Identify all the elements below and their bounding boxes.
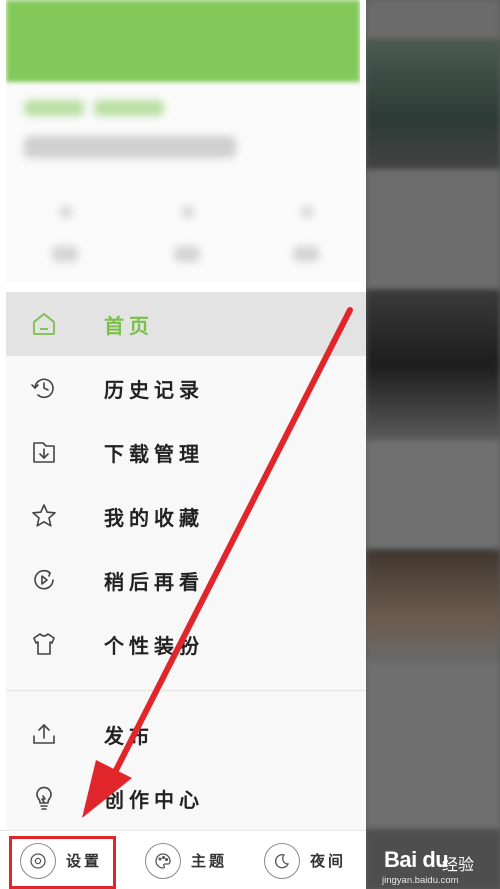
menu-item-download[interactable]: 下载管理 xyxy=(6,420,366,484)
watermark-label: 经验 xyxy=(442,855,475,874)
menu-item-watch-later[interactable]: 稍后再看 xyxy=(6,548,366,612)
night-label: 夜间 xyxy=(310,852,347,870)
theme-label: 主题 xyxy=(191,852,228,870)
header-banner xyxy=(6,0,360,82)
baidu-jingyan-watermark: Bai du 经验 jingyan.baidu.com xyxy=(378,845,498,886)
profile-header-blurred xyxy=(6,0,360,282)
blurred-stat-icon xyxy=(301,206,313,218)
menu-divider xyxy=(6,690,366,691)
background-content xyxy=(366,0,500,889)
blurred-content-block xyxy=(366,440,500,550)
watermark-logo: Bai du xyxy=(384,847,449,872)
blurred-stat-icon xyxy=(182,206,194,218)
menu-item-history[interactable]: 历史记录 xyxy=(6,356,366,420)
upload-icon xyxy=(30,720,58,748)
settings-highlight-box xyxy=(9,836,116,889)
menu-label-history: 历史记录 xyxy=(104,377,204,402)
menu-label-publish: 发布 xyxy=(104,723,154,748)
blurred-stat-label xyxy=(174,246,200,262)
watermark-url: jingyan.baidu.com xyxy=(382,875,459,886)
menu-label-home: 首页 xyxy=(104,313,154,338)
blurred-stat-label xyxy=(293,246,319,262)
menu-label-watch-later: 稍后再看 xyxy=(104,569,204,594)
moon-icon xyxy=(264,842,300,879)
blurred-content-block xyxy=(366,0,500,40)
blurred-content-block xyxy=(366,40,500,170)
menu-item-home[interactable]: 首页 xyxy=(6,292,366,356)
blurred-content-block xyxy=(366,550,500,660)
star-icon xyxy=(30,502,58,530)
blurred-badge xyxy=(24,100,84,116)
home-icon xyxy=(30,310,58,338)
menu-label-download: 下载管理 xyxy=(104,441,204,466)
night-mode-button[interactable]: 夜间 xyxy=(264,831,346,889)
side-drawer: 首页 历史记录 下载管理 我的收藏 稍后再看 个性装扮 发布 创作中心 设置 主… xyxy=(0,0,366,889)
menu-item-creator-center[interactable]: 创作中心 xyxy=(6,766,366,830)
menu-label-favorites: 我的收藏 xyxy=(104,505,204,530)
blurred-text xyxy=(24,136,236,158)
menu-item-dressup[interactable]: 个性装扮 xyxy=(6,612,366,676)
palette-icon xyxy=(145,842,181,879)
blurred-content-block xyxy=(366,290,500,440)
menu-item-favorites[interactable]: 我的收藏 xyxy=(6,484,366,548)
watch-later-icon xyxy=(30,566,58,594)
blurred-stat-label xyxy=(52,246,78,262)
blurred-content-block xyxy=(366,170,500,290)
menu-item-publish[interactable]: 发布 xyxy=(6,702,366,766)
download-icon xyxy=(30,438,58,466)
blurred-content-block xyxy=(366,660,500,830)
menu-label-dressup: 个性装扮 xyxy=(104,633,204,658)
blurred-badge xyxy=(94,100,164,116)
lightbulb-icon xyxy=(30,784,58,812)
blurred-stat-icon xyxy=(60,206,72,218)
theme-button[interactable]: 主题 xyxy=(145,831,227,889)
tshirt-icon xyxy=(30,630,58,658)
history-icon xyxy=(30,374,58,402)
menu-label-creator-center: 创作中心 xyxy=(104,787,204,812)
